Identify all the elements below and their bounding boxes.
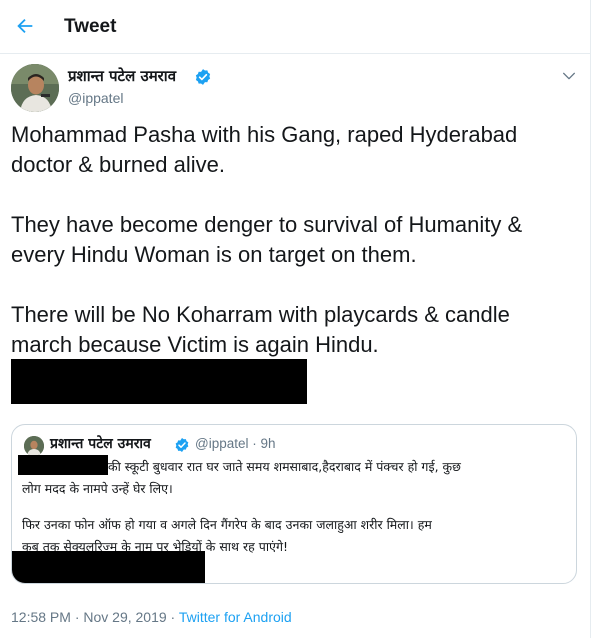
tweet-line: march because Victim is again Hindu.	[11, 332, 379, 357]
quoted-author-avatar	[24, 436, 44, 456]
back-arrow-icon[interactable]	[14, 15, 36, 37]
quoted-verified-badge-icon	[175, 438, 189, 452]
quoted-avatar-photo	[24, 436, 44, 456]
tweet-line: doctor & burned alive.	[11, 152, 226, 177]
quoted-handle-text: @ippatel	[195, 436, 249, 451]
tweet-metadata: 12:58 PM · Nov 29, 2019 · Twitter for An…	[11, 609, 292, 625]
redaction-block	[18, 455, 108, 475]
author-avatar[interactable]	[11, 64, 59, 112]
tweet-line: Mohammad Pasha with his Gang, raped Hyde…	[11, 122, 518, 147]
tweet-page: Tweet प्रशान्त पटेल उमराव @ippatel Moham…	[0, 0, 591, 638]
page-title: Tweet	[64, 16, 117, 37]
quoted-line: फिर उनका फोन ऑफ हो गया व अगले दिन गैंगरे…	[22, 517, 432, 532]
tweet-timestamp[interactable]: 12:58 PM · Nov 29, 2019 ·	[11, 609, 179, 625]
author-handle[interactable]: @ippatel	[68, 90, 123, 106]
tweet-line: They have become denger to survival of H…	[11, 212, 523, 237]
chevron-down-icon[interactable]	[561, 68, 577, 84]
tweet-source-link[interactable]: Twitter for Android	[179, 609, 292, 625]
quoted-tweet-card[interactable]: प्रशान्त पटेल उमराव @ippatel · 9h की स्क…	[11, 424, 577, 584]
quoted-line: लोग मदद के नामपे उन्हें घेर लिए।	[22, 481, 173, 496]
quoted-author-handle: @ippatel · 9h	[195, 436, 276, 451]
verified-badge-icon	[195, 69, 211, 85]
redaction-block	[11, 359, 307, 404]
tweet-line: There will be No Koharram with playcards…	[11, 302, 510, 327]
redaction-block	[12, 551, 205, 583]
avatar-photo	[11, 64, 59, 112]
quoted-time-ago: · 9h	[252, 436, 276, 451]
quoted-author-name: प्रशान्त पटेल उमराव	[50, 436, 151, 452]
quoted-line: की स्कूटी बुधवार रात घर जाते समय शमसाबाद…	[108, 459, 461, 474]
tweet-line: every Hindu Woman is on target on them.	[11, 242, 417, 267]
tweet-body: Mohammad Pasha with his Gang, raped Hyde…	[11, 120, 576, 360]
author-name[interactable]: प्रशान्त पटेल उमराव	[68, 66, 176, 86]
header-bar: Tweet	[0, 0, 591, 54]
